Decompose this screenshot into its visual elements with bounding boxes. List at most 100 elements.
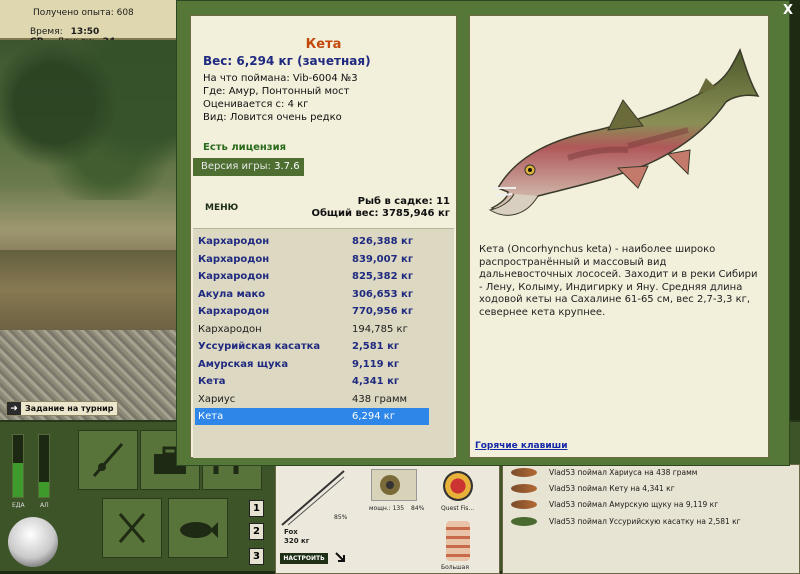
catch-fish-weight: 770,956 кг xyxy=(352,306,414,317)
catch-fish-name: Акула мако xyxy=(198,288,266,300)
catch-list-row[interactable]: Кархародон 194,785 кг xyxy=(195,321,429,338)
catch-list-row[interactable]: Кархародон 826,388 кг xyxy=(195,233,429,250)
slot-3-button[interactable]: 3 xyxy=(249,548,264,565)
fishing-scene[interactable] xyxy=(0,40,180,420)
location-info: Где: Амур, Понтонный мост xyxy=(203,86,350,97)
lure-label: Большая xyxy=(441,564,469,571)
keepnet-summary: Рыб в садке: 11 Общий вес: 3785,946 кг xyxy=(311,196,450,220)
food-meter xyxy=(12,434,24,498)
catch-list-row[interactable]: Амурская щука 9,119 кг xyxy=(195,356,429,373)
reel-percent: 84% xyxy=(411,505,425,512)
catch-fish-weight: 2,581 кг xyxy=(352,341,400,352)
catch-list-row[interactable]: Кета 4,341 кг xyxy=(195,373,429,390)
log-line-text: Vlad53 поймал Хариуса на 438 грамм xyxy=(549,468,698,477)
catch-list-row[interactable]: Кархародон 839,007 кг xyxy=(195,251,429,268)
catch-fish-name: Кета xyxy=(198,411,224,422)
fish-icon xyxy=(180,522,218,538)
reel-slot[interactable] xyxy=(371,469,417,501)
keepnet-total: Общий вес: 3785,946 кг xyxy=(311,208,450,219)
catch-fish-name: Кархародон xyxy=(198,323,262,335)
catch-list[interactable]: Кархародон 826,388 кг Кархародон 839,007 кг… xyxy=(193,228,454,458)
catch-fish-weight: 839,007 кг xyxy=(352,253,414,265)
arrow-right-icon: ➜ xyxy=(7,402,21,415)
catch-fish-weight: 826,388 кг xyxy=(352,236,414,247)
experience-text: Получено опыта: 608 xyxy=(33,8,134,18)
alcohol-meter xyxy=(38,434,50,498)
line-label: Quest Fis... xyxy=(441,505,475,512)
rod-weight: 320 кг xyxy=(284,537,310,545)
tournament-task-button[interactable]: ➜ Задание на турнир xyxy=(6,401,118,416)
catch-list-row[interactable]: Кархародон 825,382 кг xyxy=(195,268,429,285)
version-badge: Версия игры: 3.7.6 xyxy=(193,158,304,176)
slot-1-button[interactable]: 1 xyxy=(249,500,264,517)
scene-trees xyxy=(0,40,180,200)
catch-fish-weight: 4,341 кг xyxy=(352,376,400,387)
top-status-bar: Получено опыта: 608 Время:13:50 СРДеньги… xyxy=(0,0,180,47)
fish-name: Кета xyxy=(305,37,342,52)
log-line-text: Vlad53 поймал Кету на 4,341 кг xyxy=(549,484,675,493)
fish-icon xyxy=(511,484,537,493)
catch-list-row[interactable]: Акула мако 306,653 кг xyxy=(195,286,429,303)
fish-icon xyxy=(511,468,537,477)
rarity-info: Вид: Ловится очень редко xyxy=(203,112,342,123)
setup-button[interactable]: НАСТРОИТЬ xyxy=(280,553,328,564)
catch-fish-name: Кета xyxy=(198,376,226,387)
catch-fish-name: Кархародон xyxy=(198,271,270,282)
rod-tile[interactable] xyxy=(78,430,138,490)
fish-details-panel: Кета Вес: 6,294 кг (зачетная) На что пой… xyxy=(190,15,457,458)
slot-2-button[interactable]: 2 xyxy=(249,523,264,540)
log-line: Vlad53 поймал Хариуса на 438 грамм xyxy=(511,468,697,477)
catch-list-row[interactable]: Уссурийская касатка 2,581 кг xyxy=(195,338,429,355)
line-spool-icon[interactable] xyxy=(443,471,473,501)
tackle-panel: Fox 320 кг 85% мощн.: 135 84% Quest Fis.… xyxy=(275,464,500,574)
catch-fish-weight: 306,653 кг xyxy=(352,288,414,300)
fishing-rod-icon xyxy=(92,443,124,477)
lure-icon[interactable] xyxy=(446,521,470,561)
expand-arrow-icon[interactable] xyxy=(334,551,346,563)
food-meter-fill xyxy=(13,462,23,497)
keepnet-count: Рыб в садке: 11 xyxy=(357,196,450,207)
catch-fish-weight: 6,294 кг xyxy=(352,411,396,422)
time-label: Время: xyxy=(30,27,63,37)
log-line-text: Vlad53 поймал Амурскую щуку на 9,119 кг xyxy=(549,500,719,509)
log-line: Vlad53 поймал Амурскую щуку на 9,119 кг xyxy=(511,500,718,509)
log-line: Vlad53 поймал Уссурийскую касатку на 2,5… xyxy=(511,517,741,526)
version-label: Версия игры: xyxy=(201,161,271,172)
catch-fish-weight: 438 грамм xyxy=(352,393,408,405)
catch-fish-weight: 825,382 кг xyxy=(352,271,414,282)
fish-icon xyxy=(511,517,537,526)
fish-description: Кета (Oncorhynchus keta) - наиболее широ… xyxy=(479,244,758,318)
tournament-task-label: Задание на турнир xyxy=(25,404,114,413)
fish-icon xyxy=(511,500,537,509)
fork-knife-icon xyxy=(118,513,146,543)
rod-percent: 85% xyxy=(334,514,348,521)
pot-icon[interactable] xyxy=(8,517,58,567)
log-line-text: Vlad53 поймал Уссурийскую касатку на 2,5… xyxy=(549,517,741,526)
catch-fish-name: Хариус xyxy=(198,393,236,405)
catch-fish-name: Кархародон xyxy=(198,253,270,265)
hotkeys-link[interactable]: Горячие клавиши xyxy=(475,441,568,451)
log-line: Vlad53 поймал Кету на 4,341 кг xyxy=(511,484,675,493)
catch-fish-name: Кархародон xyxy=(198,236,270,247)
reel-icon xyxy=(380,475,400,495)
catch-fish-weight: 9,119 кг xyxy=(352,358,400,370)
fish-weight: Вес: 6,294 кг (зачетная) xyxy=(203,54,371,68)
scene-water xyxy=(0,250,180,330)
catch-fish-name: Уссурийская касатка xyxy=(198,341,321,352)
catch-list-row[interactable]: Хариус 438 грамм xyxy=(195,391,429,408)
rating-info: Оценивается с: 4 кг xyxy=(203,99,309,110)
bait-info: На что поймана: Vib-6004 №3 xyxy=(203,73,358,84)
catch-list-row[interactable]: Кета 6,294 кг xyxy=(195,408,429,425)
catch-list-row[interactable]: Кархародон 770,956 кг xyxy=(195,303,429,320)
catch-fish-name: Кархародон xyxy=(198,306,270,317)
fish-description-panel: Кета (Oncorhynchus keta) - наиболее широ… xyxy=(469,15,769,458)
chum-salmon-picture xyxy=(488,48,760,216)
food-tile[interactable] xyxy=(102,498,162,558)
alcohol-meter-label: АЛ xyxy=(40,502,49,509)
fish-tile[interactable] xyxy=(168,498,228,558)
license-status: Есть лицензия xyxy=(203,142,287,153)
catch-log: Vlad53 поймал Хариуса на 438 грамм Vlad5… xyxy=(502,464,800,574)
close-icon[interactable]: X xyxy=(781,3,795,18)
menu-button[interactable]: МЕНЮ xyxy=(205,203,238,213)
food-meter-label: ЕДА xyxy=(12,502,25,509)
